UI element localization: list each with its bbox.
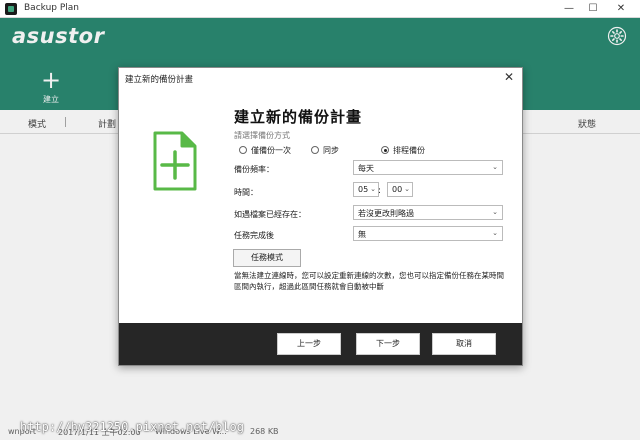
minute-select[interactable]: 00 ⌄ — [387, 182, 413, 197]
radio-label: 排程備份 — [393, 146, 425, 155]
chevron-down-icon: ⌄ — [404, 185, 410, 193]
reconnect-note: 當無法建立連線時，您可以設定重新連線的次數，您也可以指定備份任務在某時間區間內執… — [234, 271, 504, 291]
radio-circle — [311, 146, 319, 154]
close-window-button[interactable]: ✕ — [607, 1, 635, 17]
radio-label: 同步 — [323, 146, 339, 155]
chevron-down-icon: ⌄ — [370, 185, 376, 193]
radio-scheduled-backup[interactable]: 排程備份 — [381, 145, 425, 157]
after-task-label: 任務完成後 — [234, 231, 274, 240]
chevron-down-icon: ⌄ — [492, 229, 498, 237]
radio-backup-once[interactable]: 僅備份一次 — [239, 145, 291, 157]
create-backup-dialog: 建立新的備份計畫 ✕ 建立新的備份計畫 請選擇備份方式 僅備份一次 同步 排程備… — [118, 67, 523, 366]
dialog-close-button[interactable]: ✕ — [502, 70, 516, 84]
window-title: Backup Plan — [24, 3, 79, 13]
radio-circle-selected — [381, 146, 389, 154]
dialog-subtitle: 請選擇備份方式 — [234, 131, 290, 140]
after-task-value: 無 — [358, 230, 366, 239]
minute-value: 00 — [392, 185, 403, 194]
radio-label: 僅備份一次 — [251, 146, 291, 155]
task-mode-button[interactable]: 任務模式 — [233, 249, 301, 267]
maximize-button[interactable]: ☐ — [579, 1, 607, 17]
dialog-title: 建立新的備份計畫 — [125, 75, 194, 85]
time-label: 時間： — [234, 188, 258, 197]
file-exists-value: 若沒更改則略過 — [358, 209, 414, 218]
radio-sync[interactable]: 同步 — [311, 145, 339, 157]
radio-circle — [239, 146, 247, 154]
file-exists-select[interactable]: 若沒更改則略過 ⌄ — [353, 205, 503, 220]
chevron-down-icon: ⌄ — [492, 208, 498, 216]
cancel-button[interactable]: 取消 — [432, 333, 496, 355]
frequency-label: 備份頻率： — [234, 165, 274, 174]
file-exists-label: 如遇檔案已經存在： — [234, 210, 306, 219]
frequency-select[interactable]: 每天 ⌄ — [353, 160, 503, 175]
dialog-footer: 上一步 下一步 取消 — [119, 323, 522, 365]
watermark-text: http://hy321250.pixnet.net/blog — [20, 420, 244, 434]
window-titlebar: Backup Plan — ☐ ✕ — [0, 0, 640, 18]
hour-value: 05 — [358, 185, 369, 194]
chevron-down-icon: ⌄ — [492, 163, 498, 171]
frequency-value: 每天 — [358, 164, 374, 173]
app-icon — [5, 3, 17, 15]
after-task-select[interactable]: 無 ⌄ — [353, 226, 503, 241]
next-button[interactable]: 下一步 — [356, 333, 420, 355]
time-colon: : — [378, 186, 382, 196]
prev-button[interactable]: 上一步 — [277, 333, 341, 355]
new-document-icon — [153, 131, 197, 191]
hour-select[interactable]: 05 ⌄ — [353, 182, 379, 197]
dialog-heading: 建立新的備份計畫 — [234, 108, 363, 126]
